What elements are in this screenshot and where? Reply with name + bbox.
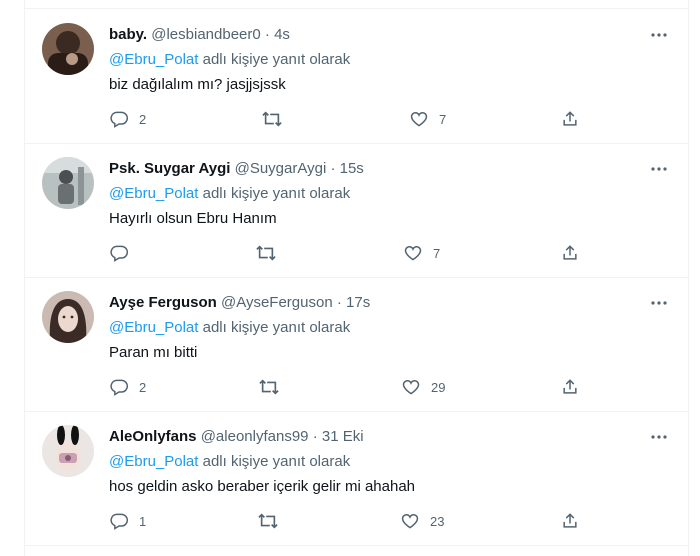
mention-link[interactable]: @Ebru_Polat	[109, 51, 198, 68]
share-button[interactable]	[560, 509, 580, 533]
more-icon[interactable]	[648, 25, 670, 45]
avatar[interactable]	[42, 291, 94, 343]
display-name[interactable]: Ayşe Ferguson	[109, 294, 217, 311]
share-icon	[560, 377, 580, 397]
share-button[interactable]	[560, 241, 580, 265]
display-name[interactable]: baby.	[109, 26, 147, 43]
share-icon	[560, 243, 580, 263]
heart-icon	[401, 377, 421, 397]
timestamp[interactable]: 17s	[346, 294, 370, 311]
avatar[interactable]	[42, 425, 94, 477]
tweet-text: biz dağılalım mı? jasjjsjssk	[109, 76, 286, 93]
share-button[interactable]	[560, 107, 580, 131]
tweet[interactable]: AleOnlyfans @aleonlyfans99 · 31 Eki @Ebr…	[25, 411, 688, 546]
reply-icon	[109, 377, 129, 397]
reply-context-label: adlı kişiye yanıt olarak	[202, 453, 351, 470]
reply-context: @Ebru_Polat adlı kişiye yanıt olarak	[109, 184, 350, 204]
handle[interactable]: @SuygarAygi	[235, 160, 327, 177]
timestamp[interactable]: 4s	[274, 26, 290, 43]
tweet[interactable]: baby. @lesbiandbeer0 · 4s @Ebru_Polat ad…	[25, 9, 688, 144]
retweet-button[interactable]	[257, 509, 289, 533]
mention-link[interactable]: @Ebru_Polat	[109, 453, 198, 470]
heart-icon	[409, 109, 429, 129]
like-count: 7	[439, 111, 447, 127]
reply-count: 2	[139, 379, 147, 395]
like-count: 7	[433, 245, 441, 261]
reply-button[interactable]	[109, 241, 139, 265]
timestamp[interactable]: 15s	[340, 160, 364, 177]
more-icon[interactable]	[648, 159, 670, 179]
separator-dot: ·	[330, 160, 336, 177]
tweet-text: Hayırlı olsun Ebru Hanım	[109, 210, 277, 227]
avatar[interactable]	[42, 157, 94, 209]
like-count: 23	[430, 513, 445, 529]
reply-context: @Ebru_Polat adlı kişiye yanıt olarak	[109, 452, 350, 472]
retweet-icon	[258, 377, 280, 397]
reply-icon	[109, 511, 129, 531]
reply-button[interactable]: 1	[109, 509, 146, 533]
share-button[interactable]	[560, 375, 580, 399]
tweet-header: baby. @lesbiandbeer0 · 4s	[109, 25, 648, 45]
reply-context-label: adlı kişiye yanıt olarak	[202, 51, 351, 68]
reply-icon	[109, 109, 129, 129]
reply-count: 2	[139, 111, 147, 127]
handle[interactable]: @lesbiandbeer0	[151, 26, 260, 43]
heart-icon	[403, 243, 423, 263]
retweet-button[interactable]	[261, 107, 293, 131]
tweet-header: Psk. Suygar Aygi @SuygarAygi · 15s	[109, 159, 648, 179]
like-button[interactable]: 29	[401, 375, 445, 399]
timeline: baby. @lesbiandbeer0 · 4s @Ebru_Polat ad…	[24, 0, 689, 556]
reply-button[interactable]: 2	[109, 375, 146, 399]
separator-dot: ·	[312, 428, 318, 445]
like-button[interactable]: 7	[403, 241, 440, 265]
retweet-button[interactable]	[255, 241, 287, 265]
retweet-button[interactable]	[258, 375, 290, 399]
more-icon[interactable]	[648, 427, 670, 447]
mention-link[interactable]: @Ebru_Polat	[109, 319, 198, 336]
timestamp[interactable]: 31 Eki	[322, 428, 364, 445]
separator-dot: ·	[264, 26, 270, 43]
retweet-icon	[257, 511, 279, 531]
tweet[interactable]: Ayşe Ferguson @AyseFerguson · 17s @Ebru_…	[25, 277, 688, 412]
retweet-icon	[255, 243, 277, 263]
retweet-icon	[261, 109, 283, 129]
like-count: 29	[431, 379, 446, 395]
handle[interactable]: @AyseFerguson	[221, 294, 333, 311]
reply-count: 1	[139, 513, 147, 529]
reply-context-label: adlı kişiye yanıt olarak	[202, 319, 351, 336]
tweet-text: Paran mı bitti	[109, 344, 198, 361]
display-name[interactable]: AleOnlyfans	[109, 428, 197, 445]
tweet-header: Ayşe Ferguson @AyseFerguson · 17s	[109, 293, 648, 313]
tweet-text: hos geldin asko beraber içerik gelir mi …	[109, 478, 416, 495]
tweet-header: AleOnlyfans @aleonlyfans99 · 31 Eki	[109, 427, 648, 447]
reply-context: @Ebru_Polat adlı kişiye yanıt olarak	[109, 318, 350, 338]
handle[interactable]: @aleonlyfans99	[201, 428, 309, 445]
reply-icon	[109, 243, 129, 263]
separator-dot: ·	[336, 294, 342, 311]
display-name[interactable]: Psk. Suygar Aygi	[109, 160, 230, 177]
more-icon[interactable]	[648, 293, 670, 313]
like-button[interactable]: 7	[409, 107, 446, 131]
avatar[interactable]	[42, 23, 94, 75]
reply-context: @Ebru_Polat adlı kişiye yanıt olarak	[109, 50, 350, 70]
reply-button[interactable]: 2	[109, 107, 146, 131]
tweet[interactable]: Psk. Suygar Aygi @SuygarAygi · 15s @Ebru…	[25, 143, 688, 278]
like-button[interactable]: 23	[400, 509, 444, 533]
reply-context-label: adlı kişiye yanıt olarak	[202, 185, 351, 202]
share-icon	[560, 511, 580, 531]
heart-icon	[400, 511, 420, 531]
mention-link[interactable]: @Ebru_Polat	[109, 185, 198, 202]
share-icon	[560, 109, 580, 129]
